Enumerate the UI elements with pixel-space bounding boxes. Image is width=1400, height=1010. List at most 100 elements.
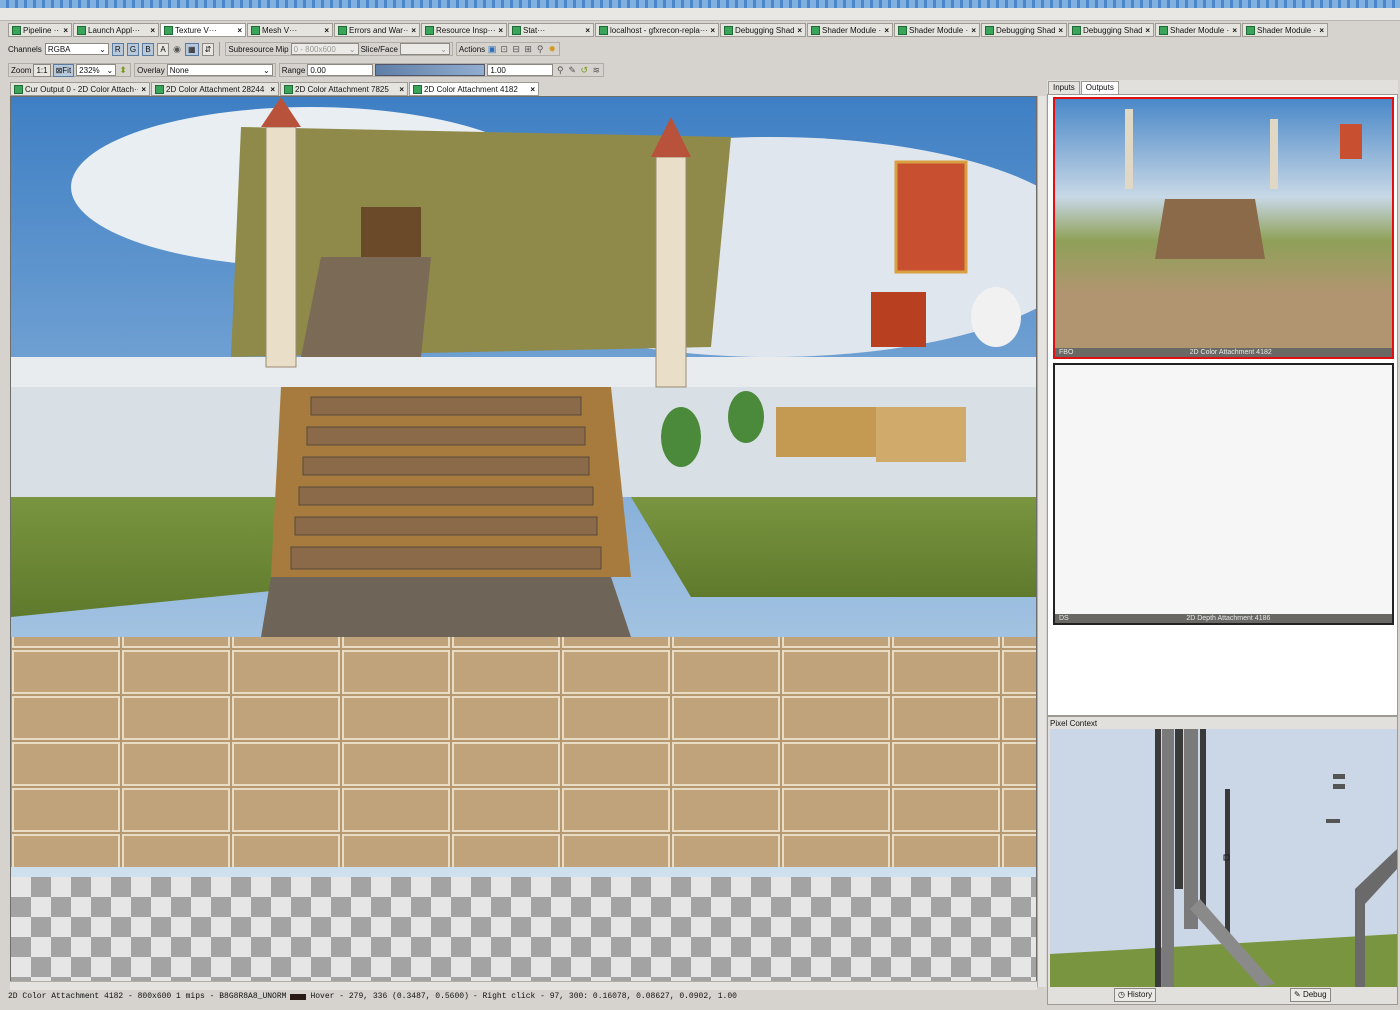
texture-viewer-canvas[interactable] — [10, 96, 1037, 987]
link-icon[interactable]: ⚲ — [535, 44, 545, 54]
document-tab-label: Shader Module ··· — [1257, 25, 1317, 35]
channel-a-toggle[interactable]: A — [157, 42, 170, 56]
close-icon[interactable]: × — [1319, 26, 1324, 35]
range-histogram-slider[interactable] — [375, 64, 486, 76]
close-icon[interactable]: × — [237, 26, 242, 35]
texture-tab[interactable]: Cur Output 0 - 2D Color Attach··· × — [10, 82, 150, 96]
close-icon[interactable]: × — [63, 26, 68, 35]
document-tab-label: Debugging Shader Module ··· — [996, 25, 1056, 35]
texture-tab[interactable]: 2D Color Attachment 4182 × — [409, 82, 539, 96]
subresource-label: Subresource — [228, 44, 274, 54]
mip-select[interactable]: 0 - 800x600 ⌄ — [290, 43, 359, 55]
document-tab-label: Resource Insp··· — [436, 25, 496, 35]
slice-select[interactable]: ⌄ — [399, 43, 450, 55]
zoom-fit-button[interactable]: ⊠ Fit — [52, 63, 75, 77]
document-tab-label: Debugging Shader Module ··· — [735, 25, 795, 35]
zoom-1-1-button[interactable]: 1:1 — [33, 63, 51, 77]
window-icon — [1246, 25, 1255, 35]
close-icon[interactable]: × — [411, 26, 416, 35]
document-tab-label: Mesh V··· — [262, 25, 298, 35]
histogram-icon[interactable]: ≋ — [591, 65, 601, 75]
document-tab[interactable]: localhost - gfxrecon-repla··· × — [595, 23, 719, 37]
document-tab[interactable]: Launch Appl··· × — [73, 23, 159, 37]
close-icon[interactable]: × — [710, 26, 715, 35]
window-icon — [898, 25, 907, 35]
document-tab-label: Shader Module ··· — [1170, 25, 1230, 35]
close-icon[interactable]: × — [585, 26, 590, 35]
window-icon — [724, 25, 733, 35]
document-tab[interactable]: Shader Module ··· × — [807, 23, 893, 37]
close-icon[interactable]: × — [498, 26, 503, 35]
zoom-arrow-icon[interactable]: ⬍ — [118, 65, 128, 75]
document-tab[interactable]: Resource Insp··· × — [421, 23, 507, 37]
zoom-select[interactable]: 232% ⌄ — [76, 64, 117, 76]
window-icon — [425, 25, 434, 35]
tab-outputs[interactable]: Outputs — [1080, 81, 1119, 95]
channels-select[interactable]: RGBA ⌄ — [44, 43, 109, 55]
open-in-viewer-icon[interactable]: ⊟ — [511, 44, 521, 54]
close-icon[interactable]: × — [1145, 26, 1150, 35]
close-icon[interactable]: × — [141, 85, 146, 94]
goto-location-icon[interactable]: ⊡ — [499, 44, 509, 54]
close-icon[interactable]: × — [1058, 26, 1063, 35]
document-tab[interactable]: Debugging Shader Module ···× — [720, 23, 806, 37]
channel-r-toggle[interactable]: R — [111, 42, 124, 56]
pixel-context-title: Pixel Context — [1050, 719, 1098, 728]
history-button[interactable]: ◷ History — [1114, 988, 1157, 1002]
color-picker-icon[interactable]: ◉ — [172, 44, 182, 54]
actions-label: Actions — [458, 44, 486, 54]
close-icon[interactable]: × — [1232, 26, 1237, 35]
document-tab[interactable]: Debugging Shader Module ···× — [981, 23, 1067, 37]
viewer-horizontal-scrollbar[interactable] — [10, 981, 1037, 990]
document-tab[interactable]: Errors and War··· × — [334, 23, 420, 37]
range-min-input[interactable]: 0.00 — [307, 64, 374, 76]
thumbnail-caption: DS 2D Depth Attachment 4186 — [1055, 614, 1392, 623]
viewer-vertical-scrollbar[interactable] — [1037, 96, 1046, 987]
channels-label: Channels — [8, 44, 42, 54]
fit-icon: ⊠ — [55, 65, 63, 75]
document-tab[interactable]: Shader Module ··· × — [894, 23, 980, 37]
document-tab-label: Pipeline ··· — [23, 25, 61, 35]
channel-b-toggle[interactable]: B — [142, 42, 155, 56]
subresource-group: Subresource Mip 0 - 800x600 ⌄ Slice/Face… — [225, 42, 453, 56]
highlight-icon[interactable]: ✹ — [547, 44, 557, 54]
thumbnail-depth-output[interactable]: DS 2D Depth Attachment 4186 — [1053, 363, 1394, 625]
zoom-range-icon[interactable]: ⚲ — [555, 65, 565, 75]
overlay-value: None — [169, 65, 189, 75]
close-icon[interactable]: × — [399, 85, 404, 94]
window-icon — [512, 25, 521, 35]
reset-range-icon[interactable]: ↺ — [579, 65, 589, 75]
texture-tab[interactable]: 2D Color Attachment 7825 × — [280, 82, 408, 96]
document-tab[interactable]: Texture V··· × — [160, 23, 246, 37]
resource-inspector-icon[interactable]: ⊞ — [523, 44, 533, 54]
range-max-input[interactable]: 1.00 — [487, 64, 554, 76]
close-icon[interactable]: × — [150, 26, 155, 35]
close-icon[interactable]: × — [797, 26, 802, 35]
document-tab[interactable]: Mesh V··· × — [247, 23, 333, 37]
document-tab-label: Shader Module ··· — [909, 25, 969, 35]
document-tab[interactable]: Stat··· × — [508, 23, 594, 37]
document-tab[interactable]: Shader Module ··· × — [1242, 23, 1328, 37]
texture-tab[interactable]: 2D Color Attachment 28244 × — [151, 82, 279, 96]
chevron-down-icon: ⌄ — [348, 44, 356, 54]
document-tab[interactable]: Shader Module ··· × — [1155, 23, 1241, 37]
save-icon[interactable]: ▣ — [487, 44, 497, 54]
close-icon[interactable]: × — [270, 85, 275, 94]
range-max-value: 1.00 — [490, 65, 506, 75]
document-tab[interactable]: Debugging Shader Module ···× — [1068, 23, 1154, 37]
close-icon[interactable]: × — [971, 26, 976, 35]
tab-inputs[interactable]: Inputs — [1048, 81, 1080, 95]
thumbnail-color-output[interactable]: FBO 2D Color Attachment 4182 — [1053, 97, 1394, 359]
debug-button[interactable]: ✎ Debug — [1290, 988, 1331, 1002]
channel-g-toggle[interactable]: G — [126, 42, 140, 56]
close-icon[interactable]: × — [884, 26, 889, 35]
window-icon — [811, 25, 820, 35]
document-tab[interactable]: Pipeline ··· × — [8, 23, 72, 37]
close-icon[interactable]: × — [530, 85, 535, 94]
flip-icon[interactable]: ⇵ — [201, 42, 215, 56]
close-icon[interactable]: × — [324, 26, 329, 35]
auto-fit-icon[interactable]: ✎ — [567, 65, 577, 75]
pixel-context-view[interactable] — [1050, 729, 1397, 987]
checkerboard-toggle-icon[interactable]: ▦ — [185, 42, 199, 56]
overlay-select[interactable]: None ⌄ — [166, 64, 273, 76]
